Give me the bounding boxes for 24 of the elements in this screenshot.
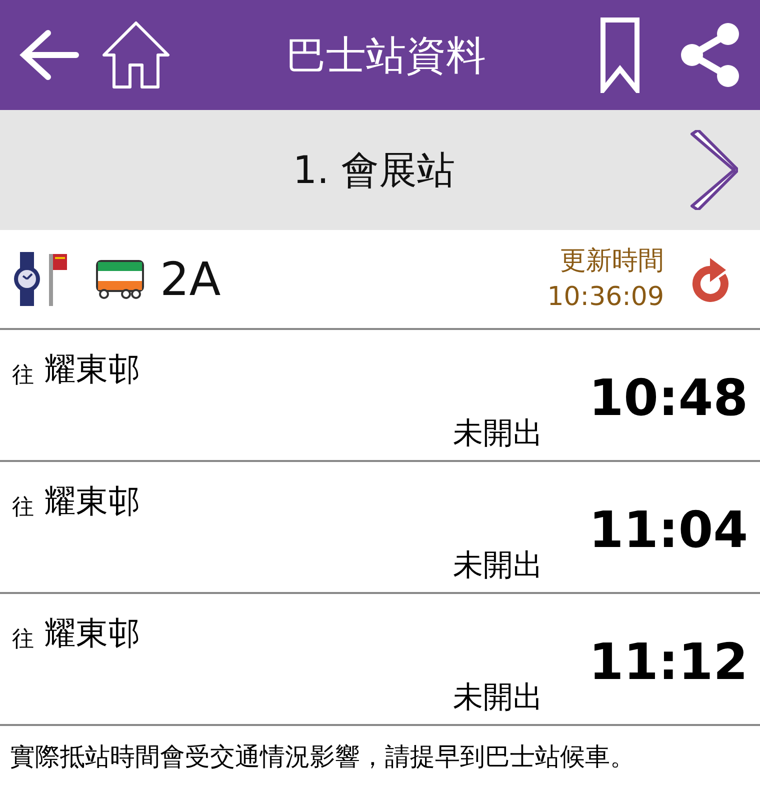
destination: 耀東邨 (44, 481, 141, 522)
direction-label: 往 (12, 626, 34, 654)
destination: 耀東邨 (44, 349, 141, 390)
update-label: 更新時間 (560, 245, 664, 278)
departure-status: 未開出 (452, 679, 543, 717)
direction-label: 往 (12, 362, 34, 390)
bus-icon (96, 259, 144, 299)
share-button[interactable] (680, 22, 742, 88)
departure-status: 未開出 (452, 547, 543, 585)
route-number: 2A (160, 252, 221, 306)
arrival-time: 11:04 (588, 501, 748, 559)
page-title: 巴士站資料 (285, 32, 487, 80)
update-time: 10:36:09 (547, 281, 664, 314)
direction-label: 往 (12, 494, 34, 522)
bookmark-button[interactable] (600, 17, 640, 93)
destination: 耀東邨 (44, 613, 141, 654)
station-name: 1. 會展站 (292, 146, 456, 194)
arrival-time: 11:12 (588, 633, 748, 691)
next-station-button[interactable] (688, 130, 738, 210)
arrival-time: 10:48 (588, 369, 748, 427)
home-button[interactable] (100, 19, 172, 91)
notice-text: 實際抵站時間會受交通情況影響，請提早到巴士站候車。 (9, 741, 636, 773)
watch-flag-icon (12, 252, 70, 306)
departure-status: 未開出 (452, 415, 543, 453)
